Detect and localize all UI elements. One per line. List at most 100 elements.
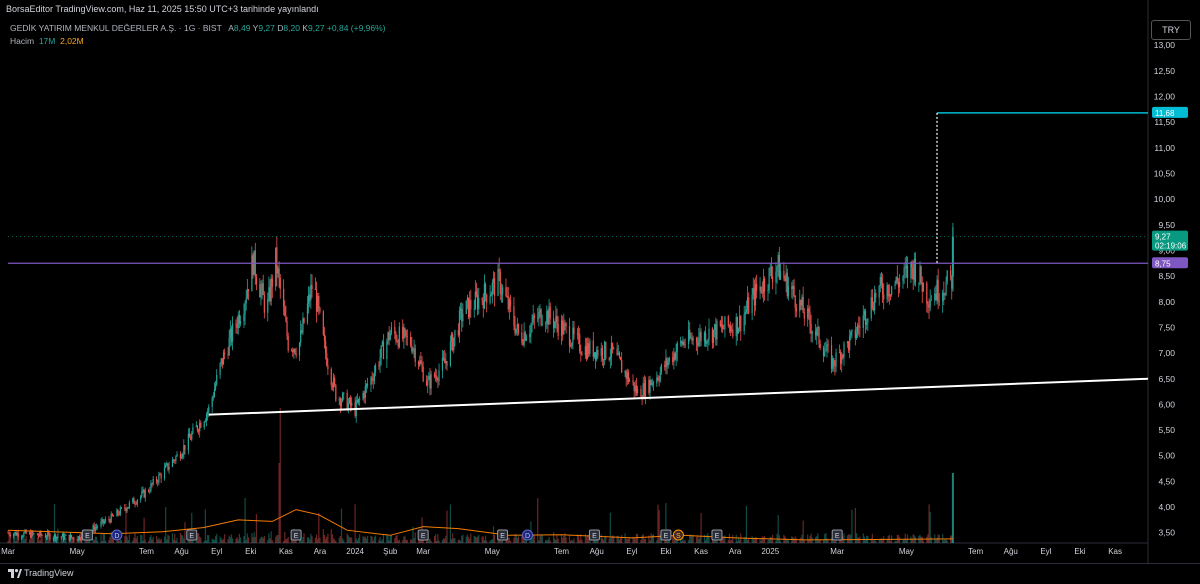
volume-bar bbox=[450, 539, 453, 543]
volume-bar bbox=[857, 537, 859, 543]
candle-body bbox=[642, 383, 644, 399]
candle-body bbox=[533, 315, 535, 319]
candle-body bbox=[549, 306, 551, 319]
volume-bar bbox=[565, 537, 567, 543]
volume-bar bbox=[851, 509, 853, 543]
volume-bar bbox=[563, 535, 565, 543]
volume-bar bbox=[894, 540, 896, 543]
candle-body bbox=[213, 389, 216, 397]
volume-bar bbox=[449, 504, 451, 543]
candle-body bbox=[319, 307, 321, 312]
volume-bar bbox=[854, 507, 856, 543]
volume-bar bbox=[184, 522, 186, 543]
candle-body bbox=[896, 277, 898, 283]
y-tick-label: 5,50 bbox=[1158, 425, 1175, 435]
volume-bar bbox=[445, 535, 447, 543]
x-tick-label: Ağu bbox=[590, 547, 604, 556]
event-marker-label: E bbox=[189, 533, 194, 540]
candle-body bbox=[302, 318, 304, 333]
candle-body bbox=[486, 294, 488, 303]
volume-bar bbox=[44, 533, 47, 543]
candle-body bbox=[712, 329, 715, 343]
volume-bar bbox=[604, 537, 606, 543]
volume-bar bbox=[617, 535, 619, 543]
x-tick-label: Eki bbox=[660, 547, 671, 556]
event-marker-label: D bbox=[114, 533, 119, 540]
volume-bar bbox=[318, 513, 320, 543]
volume-bar bbox=[700, 513, 702, 543]
volume-bar bbox=[929, 511, 931, 543]
volume-bar bbox=[572, 540, 574, 543]
candle-body bbox=[262, 283, 264, 295]
volume-bar bbox=[767, 539, 769, 543]
volume-bar bbox=[95, 536, 98, 543]
candle-body bbox=[684, 343, 686, 345]
candle-body bbox=[132, 498, 134, 503]
candle-body bbox=[200, 422, 202, 428]
candle-body bbox=[346, 392, 348, 411]
candle-body bbox=[650, 379, 652, 386]
candle-body bbox=[338, 398, 340, 401]
price-chart[interactable]: 13,00 12,50 12,00 11,50 11,00 10,50 10,00 9,50 9… bbox=[0, 0, 1200, 563]
candle-body bbox=[950, 270, 952, 276]
volume-bar bbox=[180, 534, 183, 543]
volume-bar bbox=[160, 538, 162, 543]
candle-body bbox=[776, 266, 778, 272]
volume-bar bbox=[724, 535, 726, 543]
volume-bar bbox=[513, 538, 515, 543]
candle-body bbox=[183, 444, 185, 455]
candle-body bbox=[570, 345, 572, 347]
volume-bar bbox=[149, 537, 151, 543]
candle-body bbox=[522, 342, 524, 345]
candle-body bbox=[633, 382, 635, 392]
candle-body bbox=[674, 353, 676, 360]
volume-bar bbox=[389, 535, 391, 543]
volume-bar bbox=[880, 538, 883, 543]
volume-bar bbox=[118, 540, 120, 543]
volume-bar bbox=[469, 538, 471, 543]
volume-bar bbox=[30, 536, 32, 543]
tradingview-brand[interactable]: TradingView bbox=[24, 568, 74, 578]
candle-body bbox=[47, 532, 49, 538]
volume-bar bbox=[21, 536, 23, 543]
candle-body bbox=[834, 365, 836, 367]
volume-bar bbox=[489, 540, 491, 543]
candle-body bbox=[546, 310, 548, 324]
candle-body bbox=[506, 295, 508, 297]
y-tick-label: 10,50 bbox=[1154, 168, 1176, 178]
volume-bar bbox=[643, 538, 645, 543]
volume-bar bbox=[833, 540, 835, 543]
candle-body bbox=[441, 357, 444, 371]
candle-body bbox=[819, 343, 821, 349]
candle-body bbox=[363, 392, 365, 399]
volume-bar bbox=[356, 540, 358, 543]
candle-body bbox=[390, 327, 393, 333]
volume-bar bbox=[57, 528, 59, 543]
volume-bar bbox=[142, 540, 144, 543]
volume-bar bbox=[651, 535, 653, 543]
volume-bar bbox=[529, 540, 531, 543]
candle-body bbox=[530, 325, 532, 334]
candle-body bbox=[866, 322, 868, 325]
x-tick-label: Ağu bbox=[174, 547, 188, 556]
candle-body bbox=[380, 345, 382, 358]
volume-bar bbox=[568, 534, 571, 543]
candle-body bbox=[557, 324, 559, 336]
candle-body bbox=[565, 323, 567, 327]
volume-bar bbox=[751, 536, 753, 543]
candle-body bbox=[634, 385, 636, 392]
candle-body bbox=[28, 532, 31, 534]
x-tick-label: Mar bbox=[830, 547, 844, 556]
volume-bar bbox=[126, 536, 128, 543]
volume-bar bbox=[212, 539, 214, 543]
volume-bar bbox=[183, 538, 185, 543]
candle-body bbox=[149, 491, 151, 492]
candle-body bbox=[245, 298, 247, 304]
candle-body bbox=[700, 332, 702, 342]
candle-body bbox=[219, 363, 221, 376]
candle-body bbox=[188, 433, 191, 438]
candle-body bbox=[784, 277, 786, 281]
candle-body bbox=[883, 294, 885, 300]
candle-body bbox=[220, 358, 222, 364]
candle-body bbox=[564, 323, 566, 325]
